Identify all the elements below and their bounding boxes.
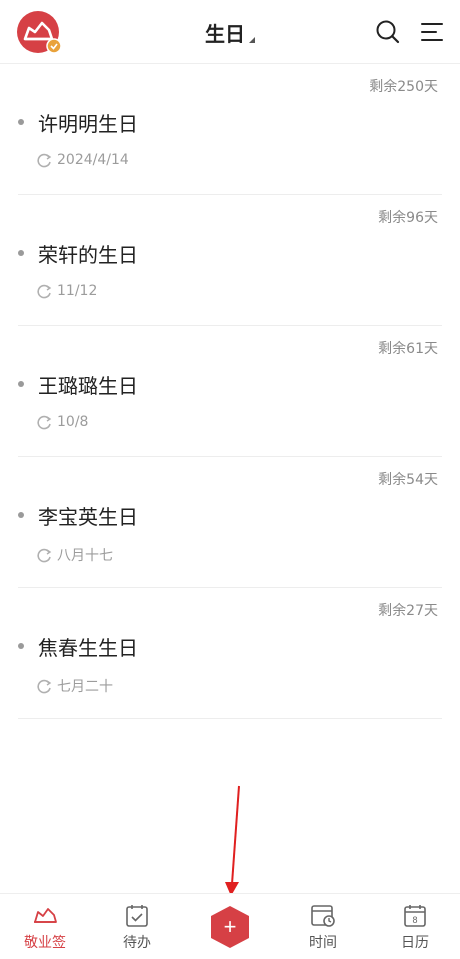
time-icon	[311, 905, 335, 927]
birthday-title: 许明明生日	[38, 112, 138, 136]
app-logo-icon	[34, 908, 57, 923]
list-item[interactable]: 剩余27天 焦春生生日 七月二十	[18, 588, 442, 719]
repeat-icon	[37, 153, 52, 168]
nav-item-home[interactable]: 敬业签	[10, 904, 80, 952]
caret-icon	[249, 37, 255, 43]
list-item[interactable]: 剩余61天 王璐璐生日 10/8	[18, 326, 442, 457]
add-button[interactable]: +	[207, 904, 253, 950]
remaining-days: 剩余54天	[378, 472, 438, 488]
nav-item-time[interactable]: 时间	[288, 904, 358, 952]
nav-label: 待办	[123, 935, 151, 951]
date-row: 11/12	[36, 283, 97, 299]
bullet-dot	[18, 512, 24, 518]
birthday-date: 10/8	[57, 414, 89, 430]
nav-label: 日历	[401, 935, 429, 951]
repeat-icon	[37, 415, 52, 430]
birthday-date: 八月十七	[57, 548, 113, 564]
date-row: 七月二十	[36, 676, 113, 696]
menu-icon[interactable]	[418, 18, 446, 46]
remaining-days: 剩余250天	[369, 79, 438, 95]
bullet-dot	[18, 119, 24, 125]
list-item[interactable]: 剩余54天 李宝英生日 八月十七	[18, 457, 442, 588]
remaining-days: 剩余96天	[378, 210, 438, 226]
add-label: +	[224, 914, 237, 939]
calendar-icon: 8	[404, 905, 426, 927]
birthday-title: 李宝英生日	[38, 505, 138, 529]
repeat-icon	[37, 284, 52, 299]
nav-item-calendar[interactable]: 8 日历	[380, 904, 450, 952]
birthday-title: 王璐璐生日	[38, 374, 138, 398]
calendar-day: 8	[412, 915, 417, 925]
bullet-dot	[18, 643, 24, 649]
birthday-date: 11/12	[57, 283, 98, 299]
bullet-dot	[18, 250, 24, 256]
top-bar: 生日	[0, 0, 460, 64]
birthday-list: 剩余250天 许明明生日 2024/4/14 剩余96天 荣轩的生日 11/12…	[0, 64, 460, 719]
repeat-icon	[37, 548, 52, 563]
birthday-date: 2024/4/14	[57, 152, 129, 168]
page-title: 生日	[205, 22, 245, 46]
remaining-days: 剩余27天	[378, 603, 438, 619]
remaining-days: 剩余61天	[378, 341, 438, 357]
bottom-nav: 敬业签 待办 + 时间 8 日历	[0, 893, 460, 959]
list-item[interactable]: 剩余250天 许明明生日 2024/4/14	[18, 64, 442, 195]
list-item[interactable]: 剩余96天 荣轩的生日 11/12	[18, 195, 442, 326]
date-row: 2024/4/14	[36, 152, 129, 168]
birthday-title: 焦春生生日	[38, 636, 138, 660]
repeat-icon	[37, 679, 52, 694]
todo-icon	[126, 905, 148, 927]
birthday-date: 七月二十	[57, 679, 113, 695]
birthday-title: 荣轩的生日	[38, 243, 138, 267]
date-row: 10/8	[36, 414, 88, 430]
bullet-dot	[18, 381, 24, 387]
search-icon[interactable]	[374, 18, 402, 46]
date-row: 八月十七	[36, 545, 113, 565]
nav-item-todo[interactable]: 待办	[102, 904, 172, 952]
nav-label: 敬业签	[24, 935, 66, 951]
nav-label: 时间	[309, 935, 337, 951]
